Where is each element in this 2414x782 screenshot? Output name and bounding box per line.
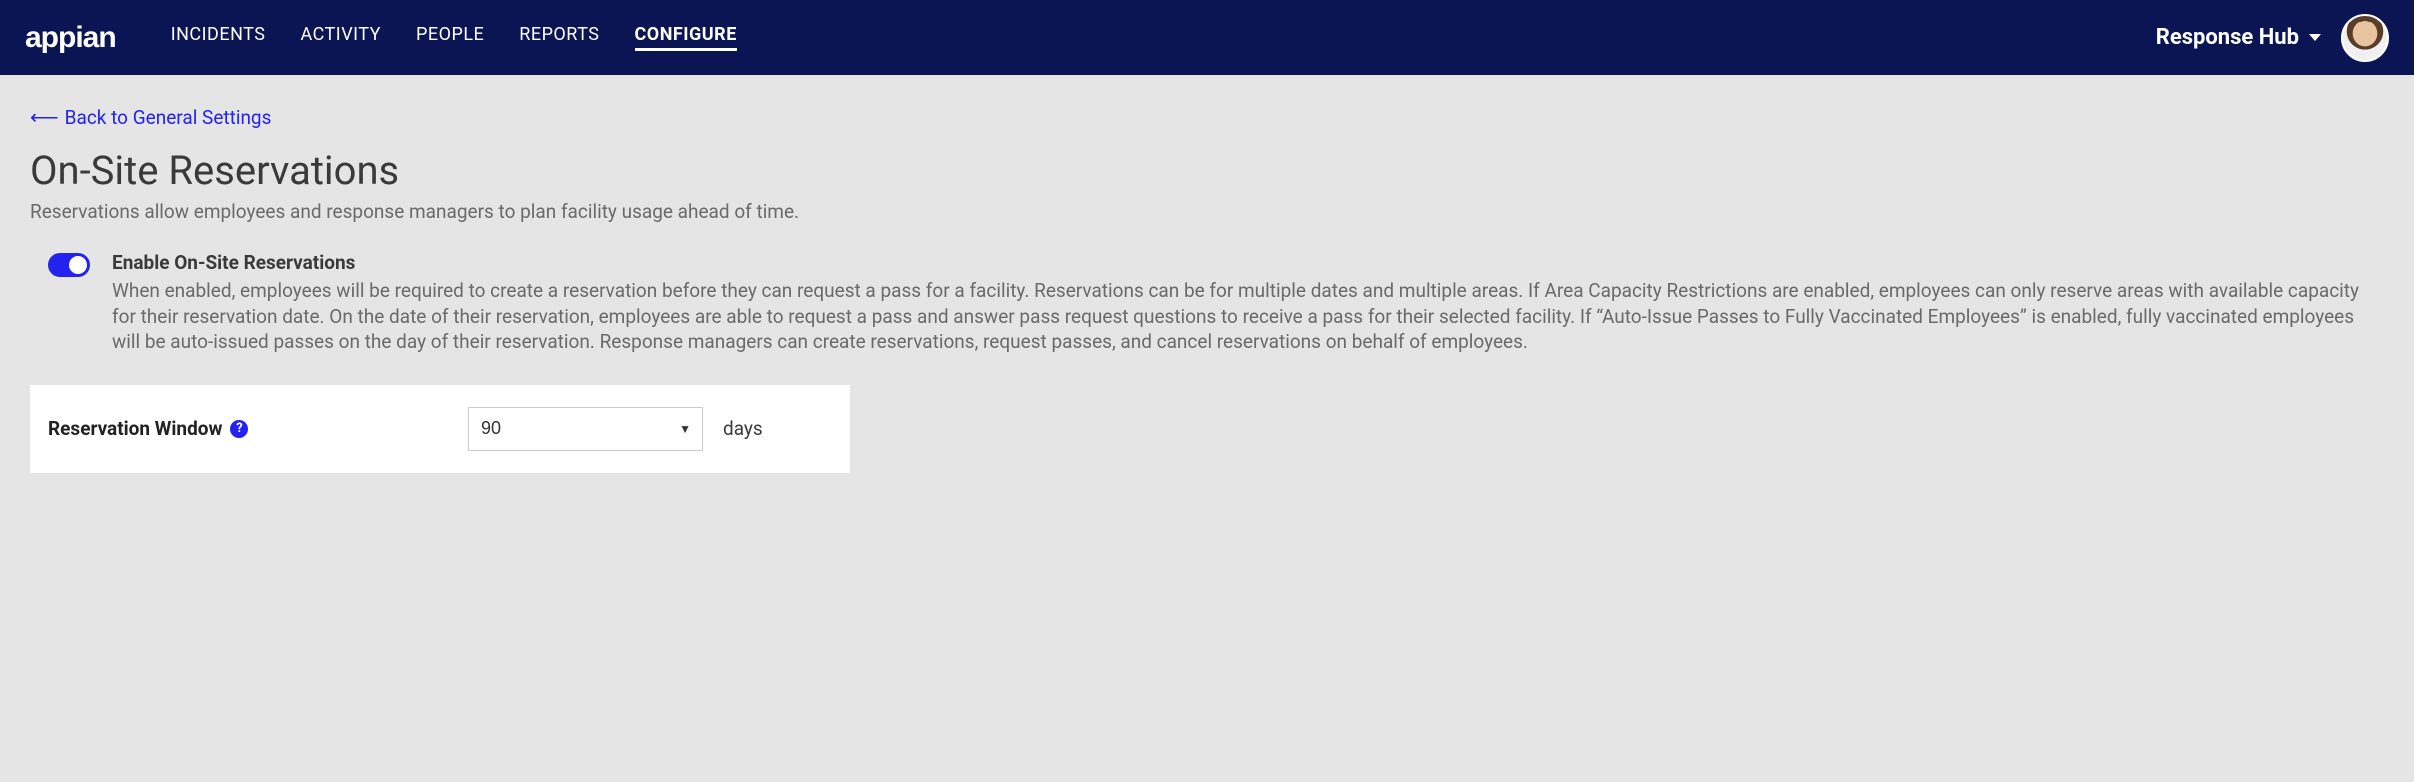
user-avatar[interactable] xyxy=(2341,14,2389,62)
nav-people[interactable]: PEOPLE xyxy=(416,24,484,51)
nav-incidents[interactable]: INCIDENTS xyxy=(171,24,266,51)
site-dropdown-label: Response Hub xyxy=(2156,25,2299,50)
reservation-window-label-text: Reservation Window xyxy=(48,417,222,440)
nav-reports[interactable]: REPORTS xyxy=(519,24,599,51)
nav-activity[interactable]: ACTIVITY xyxy=(300,24,381,51)
brand-logo: appian xyxy=(25,21,116,55)
help-icon[interactable]: ? xyxy=(230,420,248,438)
enable-reservations-row: Enable On-Site Reservations When enabled… xyxy=(30,251,2384,355)
reservation-window-label: Reservation Window ? xyxy=(48,417,448,440)
nav-right: Response Hub xyxy=(2156,14,2389,62)
brand-logo-text: appian xyxy=(25,21,116,55)
reservation-window-field: Reservation Window ? ▼ days xyxy=(48,407,832,451)
nav-configure[interactable]: CONFIGURE xyxy=(635,24,737,51)
arrow-left-icon: ⟵ xyxy=(30,105,59,129)
page-subtitle: Reservations allow employees and respons… xyxy=(30,200,2384,223)
enable-reservations-title: Enable On-Site Reservations xyxy=(112,251,2384,274)
reservation-window-select[interactable] xyxy=(468,407,703,451)
back-link[interactable]: ⟵ Back to General Settings xyxy=(30,105,271,129)
enable-reservations-description: When enabled, employees will be required… xyxy=(112,278,2384,355)
primary-nav: INCIDENTS ACTIVITY PEOPLE REPORTS CONFIG… xyxy=(171,24,2156,51)
reservation-window-select-wrap: ▼ xyxy=(468,407,703,451)
page-title: On-Site Reservations xyxy=(30,147,2384,194)
enable-reservations-text: Enable On-Site Reservations When enabled… xyxy=(112,251,2384,355)
site-dropdown[interactable]: Response Hub xyxy=(2156,25,2321,50)
reservation-window-unit: days xyxy=(723,417,763,440)
top-navbar: appian INCIDENTS ACTIVITY PEOPLE REPORTS… xyxy=(0,0,2414,75)
back-link-label: Back to General Settings xyxy=(65,106,272,129)
caret-down-icon xyxy=(2309,34,2321,41)
reservation-window-card: Reservation Window ? ▼ days xyxy=(30,385,850,473)
enable-reservations-toggle[interactable] xyxy=(48,253,90,277)
page-content: ⟵ Back to General Settings On-Site Reser… xyxy=(0,75,2414,503)
